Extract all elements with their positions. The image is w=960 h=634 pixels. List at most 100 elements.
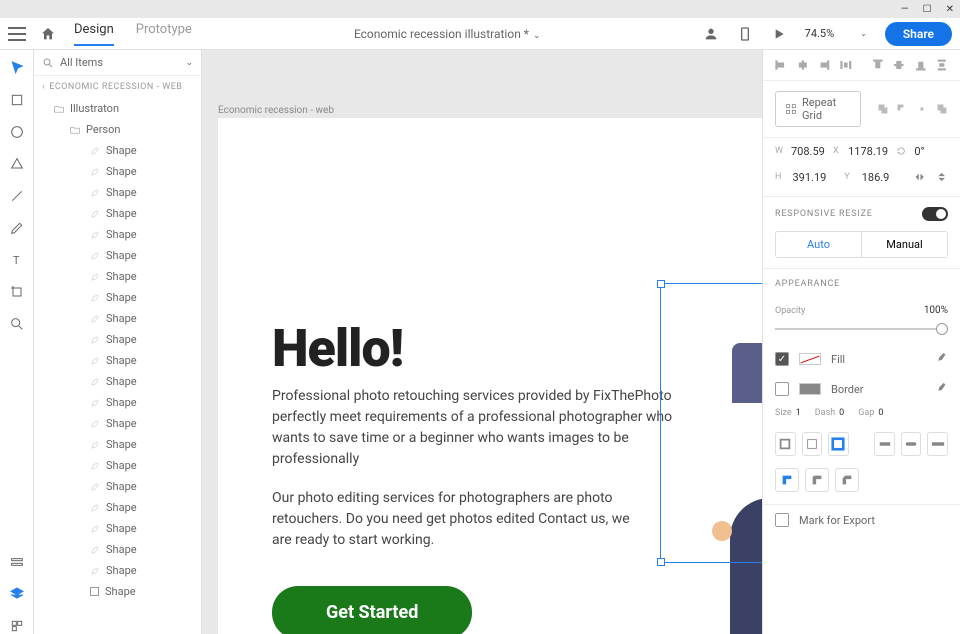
layer-row[interactable]: Shape	[34, 182, 201, 203]
join-round-icon[interactable]	[805, 468, 829, 492]
layer-row[interactable]: Shape	[34, 203, 201, 224]
cap-projecting-icon[interactable]	[927, 432, 948, 456]
headline-text[interactable]: Hello!	[272, 318, 403, 379]
select-tool[interactable]	[9, 60, 25, 76]
distribute-h-icon[interactable]	[840, 58, 852, 72]
text-tool[interactable]: T	[9, 252, 25, 268]
cta-button[interactable]: Get Started	[272, 586, 472, 634]
layers-panel-icon[interactable]	[9, 586, 25, 602]
layer-row[interactable]: Shape	[34, 224, 201, 245]
layer-row[interactable]: Shape	[34, 287, 201, 308]
boolean-subtract-icon[interactable]	[896, 102, 908, 116]
layers-list[interactable]: IllustratonPersonShapeShapeShapeShapeSha…	[34, 98, 201, 634]
repeat-grid-button[interactable]: Repeat Grid	[775, 91, 861, 127]
pen-tool[interactable]	[9, 220, 25, 236]
align-right-icon[interactable]	[818, 58, 830, 72]
border-checkbox[interactable]	[775, 382, 789, 396]
align-top-icon[interactable]	[872, 58, 884, 72]
height-input[interactable]: 391.19	[793, 171, 837, 184]
eyedropper-icon[interactable]	[934, 352, 948, 366]
cap-round-icon[interactable]	[901, 432, 922, 456]
join-miter-icon[interactable]	[775, 468, 799, 492]
stroke-center-icon[interactable]	[802, 432, 823, 456]
minimize-button[interactable]: —	[901, 4, 909, 15]
document-title[interactable]: Economic recession illustration *⌄	[192, 27, 703, 41]
layer-row[interactable]: Shape	[34, 518, 201, 539]
layer-row[interactable]: Shape	[34, 455, 201, 476]
layer-row[interactable]: Shape	[34, 497, 201, 518]
artboard[interactable]: Hello! Professional photo retouching ser…	[218, 118, 762, 634]
share-button[interactable]: Share	[885, 22, 952, 46]
stroke-outer-icon[interactable]	[828, 432, 849, 456]
artboard-tool[interactable]	[9, 284, 25, 300]
opacity-slider[interactable]	[775, 328, 948, 330]
line-tool[interactable]	[9, 188, 25, 204]
layer-row[interactable]: Shape	[34, 560, 201, 581]
layers-breadcrumb[interactable]: ‹ ECONOMIC RECESSION - WEB	[34, 76, 201, 98]
boolean-exclude-icon[interactable]	[936, 102, 948, 116]
assets-panel-icon[interactable]	[9, 554, 25, 570]
layer-row[interactable]: Person	[34, 119, 201, 140]
layer-row[interactable]: Shape	[34, 539, 201, 560]
polygon-tool[interactable]	[9, 156, 25, 172]
stroke-dash[interactable]: Dash0	[815, 408, 844, 418]
y-input[interactable]: 186.9	[862, 171, 906, 184]
home-icon[interactable]	[40, 26, 56, 42]
boolean-add-icon[interactable]	[877, 102, 889, 116]
fill-swatch[interactable]	[799, 353, 821, 365]
selection-outline[interactable]	[660, 283, 762, 563]
join-bevel-icon[interactable]	[835, 468, 859, 492]
fill-checkbox[interactable]	[775, 352, 789, 366]
ellipse-tool[interactable]	[9, 124, 25, 140]
boolean-intersect-icon[interactable]	[916, 102, 928, 116]
close-button[interactable]: ✕	[946, 4, 954, 15]
flip-v-icon[interactable]	[935, 170, 948, 184]
align-left-icon[interactable]	[775, 58, 787, 72]
paragraph-2[interactable]: Our photo editing services for photograp…	[272, 488, 652, 551]
resize-manual-button[interactable]: Manual	[861, 232, 947, 257]
align-bottom-icon[interactable]	[915, 58, 927, 72]
user-icon[interactable]	[703, 26, 719, 42]
hamburger-menu-icon[interactable]	[8, 27, 26, 41]
rotation-input[interactable]: 0°	[914, 145, 948, 158]
layer-row[interactable]: Shape	[34, 308, 201, 329]
layers-search[interactable]: All Items ⌄	[34, 50, 201, 76]
x-input[interactable]: 1178.19	[848, 145, 888, 158]
export-checkbox[interactable]	[775, 513, 789, 527]
opacity-value[interactable]: 100%	[924, 305, 948, 316]
plugins-panel-icon[interactable]	[9, 618, 25, 634]
canvas[interactable]: Economic recession - web Hello! Professi…	[202, 50, 762, 634]
stroke-inner-icon[interactable]	[775, 432, 796, 456]
layer-row[interactable]: Shape	[34, 392, 201, 413]
maximize-button[interactable]: ☐	[923, 4, 932, 15]
layer-row[interactable]: Shape	[34, 581, 201, 602]
align-center-h-icon[interactable]	[797, 58, 809, 72]
play-icon[interactable]	[771, 26, 787, 42]
layer-row[interactable]: Shape	[34, 434, 201, 455]
zoom-level[interactable]: 74.5%	[805, 27, 835, 40]
tab-design[interactable]: Design	[74, 22, 114, 46]
stroke-gap[interactable]: Gap0	[858, 408, 883, 418]
stroke-size[interactable]: Size1	[775, 408, 801, 418]
layer-row[interactable]: Shape	[34, 413, 201, 434]
rotate-icon[interactable]	[896, 144, 906, 158]
layer-row[interactable]: Shape	[34, 371, 201, 392]
eyedropper-icon[interactable]	[934, 382, 948, 396]
layer-row[interactable]: Shape	[34, 350, 201, 371]
artboard-label[interactable]: Economic recession - web	[218, 105, 334, 116]
cap-butt-icon[interactable]	[874, 432, 895, 456]
layer-row[interactable]: Shape	[34, 476, 201, 497]
layer-row[interactable]: Shape	[34, 266, 201, 287]
layer-row[interactable]: Shape	[34, 161, 201, 182]
layer-row[interactable]: Illustraton	[34, 98, 201, 119]
width-input[interactable]: 708.59	[791, 145, 825, 158]
border-swatch[interactable]	[799, 383, 821, 395]
zoom-tool[interactable]	[9, 316, 25, 332]
device-preview-icon[interactable]	[737, 26, 753, 42]
tab-prototype[interactable]: Prototype	[136, 22, 192, 46]
chevron-down-icon[interactable]: ⌄	[860, 29, 867, 38]
flip-h-icon[interactable]	[913, 170, 926, 184]
resize-auto-button[interactable]: Auto	[776, 232, 861, 257]
distribute-v-icon[interactable]	[936, 58, 948, 72]
layer-row[interactable]: Shape	[34, 245, 201, 266]
